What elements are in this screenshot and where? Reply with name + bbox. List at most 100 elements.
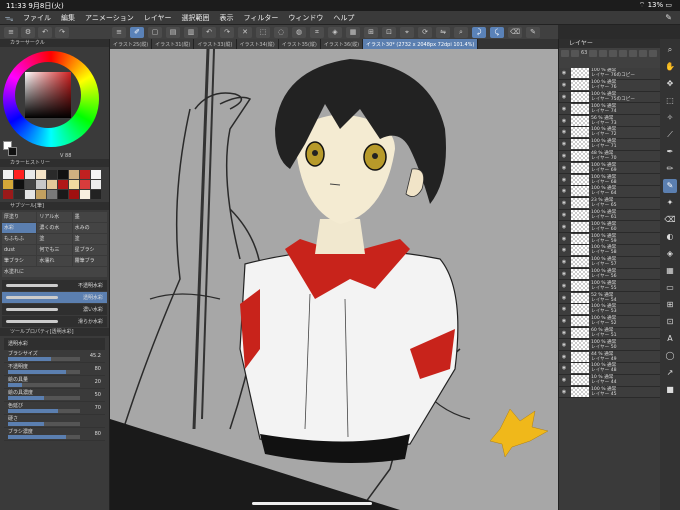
color-history-swatch[interactable] xyxy=(25,170,35,179)
tab-document[interactable]: イラスト31(縦) xyxy=(152,39,195,49)
snap-icon[interactable]: ⌖ xyxy=(400,26,414,38)
property-slider[interactable] xyxy=(8,409,80,413)
menu-icon[interactable]: ≡ xyxy=(112,26,126,38)
redo-icon[interactable]: ↷ xyxy=(55,26,69,38)
save-icon[interactable]: ▥ xyxy=(184,26,198,38)
subtool-item[interactable]: dust xyxy=(2,245,37,255)
eye-icon[interactable]: ◉ xyxy=(559,165,569,171)
tab-document[interactable]: イラスト34(縦) xyxy=(236,39,279,49)
layer-row[interactable]: ◉ 44 % 通常 レイヤー 49 xyxy=(559,351,660,363)
eye-icon[interactable]: ◉ xyxy=(559,153,569,159)
canvas[interactable] xyxy=(110,49,558,510)
eye-icon[interactable]: ◉ xyxy=(559,295,569,301)
eye-icon[interactable]: ◉ xyxy=(559,389,569,395)
pencil-icon[interactable]: ✏ xyxy=(663,162,677,176)
eye-icon[interactable]: ◉ xyxy=(559,188,569,194)
tool-property-row[interactable]: ブラシ濃度 80 xyxy=(4,428,105,441)
ruler-icon[interactable]: ⊡ xyxy=(382,26,396,38)
eye-icon[interactable]: ◉ xyxy=(559,129,569,135)
tool-property-row[interactable]: 不透明度 80 xyxy=(4,363,105,376)
layer-row[interactable]: ◉ 100 % 通常 レイヤー 71 xyxy=(559,138,660,151)
saturation-value-square[interactable] xyxy=(25,72,71,118)
clip-icon[interactable] xyxy=(609,50,618,57)
eye-icon[interactable]: ◉ xyxy=(559,106,569,112)
lock-icon[interactable] xyxy=(619,50,628,57)
layer-row[interactable]: ◉ 100 % 通常 レイヤー 64 xyxy=(559,185,660,198)
layer-row[interactable]: ◉ 100 % 通常 レイヤー 55 xyxy=(559,280,660,293)
sub-color-swatch[interactable] xyxy=(8,147,17,156)
grid-icon[interactable]: ⊞ xyxy=(364,26,378,38)
color-history-swatch[interactable] xyxy=(14,190,24,199)
color-history-swatch[interactable] xyxy=(47,190,57,199)
open-file-icon[interactable]: ▤ xyxy=(166,26,180,38)
opacity-slider[interactable] xyxy=(571,50,579,57)
layer-row[interactable]: ◉ 48 % 通常 レイヤー 70 xyxy=(559,150,660,163)
eye-icon[interactable]: ◉ xyxy=(559,283,569,289)
layer-row[interactable]: ◉ 100 % 通常 レイヤー 48 xyxy=(559,362,660,375)
eye-icon[interactable]: ◉ xyxy=(559,247,569,253)
layer-row[interactable]: ◉ 100 % 通常 レイヤー 50 xyxy=(559,339,660,352)
zoom-icon[interactable]: ⌕ xyxy=(454,26,468,38)
tab-document[interactable]: イラスト35(縦) xyxy=(278,39,321,49)
eye-icon[interactable]: ◉ xyxy=(559,224,569,230)
layer-row[interactable]: ◉ 100 % 通常 レイヤー 56 xyxy=(559,268,660,281)
color-history-swatch[interactable] xyxy=(3,190,13,199)
menu-animation[interactable]: アニメーション xyxy=(80,13,139,23)
tool-property-row[interactable]: 絵の具濃度 50 xyxy=(4,389,105,402)
pressure-curve-icon[interactable]: ⤹ xyxy=(490,26,504,38)
layer-row[interactable]: ◉ 100 % 通常 レイヤー 72 xyxy=(559,126,660,139)
pencil-icon[interactable]: ✎ xyxy=(665,13,672,22)
subtool-item[interactable]: リアル水 xyxy=(37,212,72,222)
subtool-item[interactable]: 霧筆ブラ xyxy=(72,256,107,266)
gradient-icon[interactable]: ▦ xyxy=(346,26,360,38)
trash-icon[interactable] xyxy=(649,50,658,57)
color-history-swatch[interactable] xyxy=(14,170,24,179)
select-icon[interactable]: ⬚ xyxy=(663,94,677,108)
menu-filter[interactable]: フィルター xyxy=(239,13,284,23)
new-file-icon[interactable]: ▢ xyxy=(148,26,162,38)
color-history-swatch[interactable] xyxy=(36,190,46,199)
eye-icon[interactable]: ◉ xyxy=(559,200,569,206)
transform-icon[interactable]: ⬚ xyxy=(256,26,270,38)
eye-icon[interactable]: ◉ xyxy=(559,259,569,265)
eye-icon[interactable]: ◉ xyxy=(559,82,569,88)
clear-icon[interactable]: ✕ xyxy=(238,26,252,38)
menu-file[interactable]: ファイル xyxy=(18,13,56,23)
subtool-header[interactable]: サブツール[筆] xyxy=(0,202,109,210)
eye-icon[interactable]: ◉ xyxy=(559,377,569,383)
new-layer-icon[interactable] xyxy=(589,50,598,57)
color-history-swatch[interactable] xyxy=(91,180,101,189)
app-logo-icon[interactable]: ᯓ xyxy=(0,11,18,24)
blend-icon[interactable]: ◐ xyxy=(663,230,677,244)
color-history-swatch[interactable] xyxy=(80,180,90,189)
color-history-swatch[interactable] xyxy=(47,170,57,179)
menu-layer[interactable]: レイヤー xyxy=(139,13,177,23)
layer-row[interactable]: ◉ 10 % 通常 レイヤー 44 xyxy=(559,374,660,387)
pen-icon[interactable]: ✒ xyxy=(663,145,677,159)
menu-help[interactable]: ヘルプ xyxy=(328,13,359,23)
layer-row[interactable]: ◉ 100 % 通常 レイヤー 60 xyxy=(559,221,660,234)
menu-selection[interactable]: 選択範囲 xyxy=(177,13,215,23)
layer-row[interactable]: ◉ 100 % 通常 レイヤー 59 xyxy=(559,233,660,245)
deselect-icon[interactable]: ◌ xyxy=(274,26,288,38)
layer-row[interactable]: ◉ 100 % 通常 レイヤー 52 xyxy=(559,315,660,328)
tool-property-header[interactable]: ツールプロパティ[透明水彩] xyxy=(0,328,109,336)
figure-icon[interactable]: ▭ xyxy=(663,281,677,295)
eye-icon[interactable]: ◉ xyxy=(559,318,569,324)
frame-icon[interactable]: ⊞ xyxy=(663,298,677,312)
correction-icon[interactable]: ↗ xyxy=(663,366,677,380)
crop-icon[interactable]: ⌗ xyxy=(310,26,324,38)
tool-property-row[interactable]: 絵の具量 20 xyxy=(4,376,105,389)
undo-icon[interactable]: ↶ xyxy=(38,26,52,38)
fill-icon[interactable]: ◈ xyxy=(328,26,342,38)
layer-row[interactable]: ◉ 100 % 通常 レイヤー 76のコピー xyxy=(559,68,660,80)
property-slider[interactable] xyxy=(8,370,80,374)
subtool-item[interactable]: 厚塗り xyxy=(2,212,37,222)
eye-icon[interactable]: ◉ xyxy=(559,212,569,218)
subtool-item[interactable]: 墨 xyxy=(72,212,107,222)
eye-icon[interactable]: ◉ xyxy=(559,177,569,183)
color-history-swatch[interactable] xyxy=(69,170,79,179)
flip-icon[interactable]: ⇋ xyxy=(436,26,450,38)
subtool-item[interactable]: 水濡れ xyxy=(37,256,72,266)
subtool-item[interactable]: 何でも三 xyxy=(37,245,72,255)
